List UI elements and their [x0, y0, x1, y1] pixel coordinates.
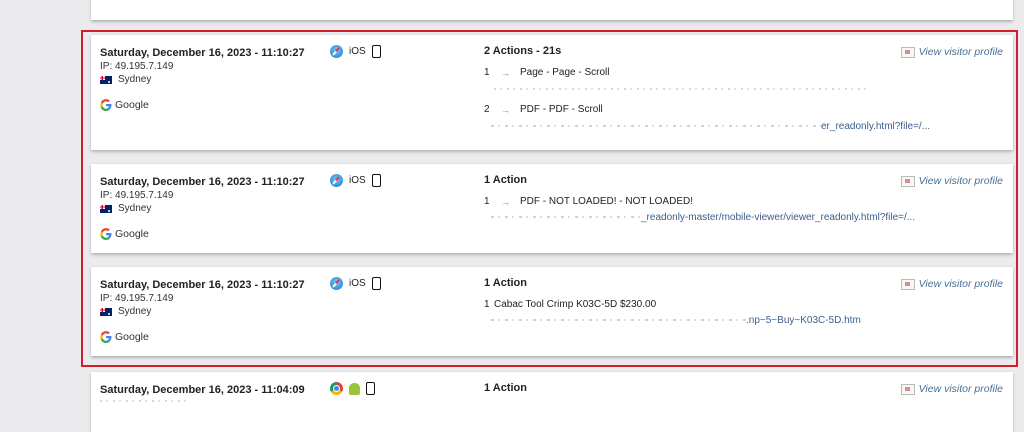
visit-referrer: Google — [100, 228, 149, 240]
safari-icon — [330, 174, 343, 187]
action-number: 1 — [484, 67, 490, 78]
visit-card: Saturday, December 16, 2023 - 11:10:27 I… — [91, 267, 1013, 356]
visit-card: Saturday, December 16, 2023 - 11:10:27 I… — [91, 35, 1013, 150]
visit-location: Sydney — [100, 306, 151, 317]
actions-summary: 1 Action — [484, 382, 527, 394]
visitor-log: Saturday, December 16, 2023 - 11:10:27 I… — [0, 0, 1024, 432]
os-label: iOS — [349, 46, 366, 57]
mobile-phone-icon — [371, 174, 381, 187]
view-visitor-profile-link[interactable]: View visitor profile — [900, 46, 1003, 58]
action-label: PDF - NOT LOADED! - NOT LOADED! — [520, 196, 693, 207]
visit-date: Saturday, December 16, 2023 - 11:10:27 — [100, 176, 305, 188]
visitor-profile-icon — [900, 278, 915, 290]
visitor-profile-icon — [900, 46, 915, 58]
visit-date: Saturday, December 16, 2023 - 11:10:27 — [100, 47, 305, 59]
action-number: 2 — [484, 104, 490, 115]
action-number: 1 — [484, 196, 490, 207]
safari-icon — [330, 277, 343, 290]
profile-link-label: View visitor profile — [918, 175, 1003, 187]
action-label: Cabac Tool Crimp K03C-5D $230.00 — [494, 299, 657, 310]
visit-date: Saturday, December 16, 2023 - 11:04:09 — [100, 384, 305, 396]
action-url[interactable]: .np~5~Buy~K03C-5D.htm — [491, 315, 861, 326]
visit-city: Sydney — [118, 203, 152, 214]
visit-location: Sydney — [100, 74, 151, 85]
visit-card: Saturday, December 16, 2023 - 11:04:09 1… — [91, 372, 1013, 432]
action-row[interactable]: 2 → PDF - PDF - Scroll — [484, 104, 603, 115]
visit-platform: iOS — [330, 277, 381, 290]
visit-ip: IP: 49.195.7.149 — [100, 190, 174, 201]
profile-link-label: View visitor profile — [918, 278, 1003, 290]
arrow-right-icon: → — [501, 196, 510, 207]
action-url[interactable]: _readonly-master/mobile-viewer/viewer_re… — [491, 212, 915, 223]
google-icon — [100, 331, 112, 343]
visit-city: Sydney — [118, 306, 152, 317]
visit-platform: iOS — [330, 45, 381, 58]
action-number: 1 — [484, 299, 490, 310]
visit-referrer: Google — [100, 99, 149, 111]
safari-icon — [330, 45, 343, 58]
visitor-profile-icon — [900, 175, 915, 187]
visit-platform: iOS — [330, 174, 381, 187]
view-visitor-profile-link[interactable]: View visitor profile — [900, 278, 1003, 290]
visit-referrer: Google — [100, 331, 149, 343]
profile-link-label: View visitor profile — [918, 46, 1003, 58]
mobile-phone-icon — [366, 382, 375, 395]
visit-card-partial — [91, 0, 1013, 20]
visit-date: Saturday, December 16, 2023 - 11:10:27 — [100, 279, 305, 291]
mobile-phone-icon — [371, 45, 381, 58]
google-icon — [100, 99, 112, 111]
action-row[interactable]: 1 Cabac Tool Crimp K03C-5D $230.00 — [484, 299, 656, 310]
visit-ip: IP: 49.195.7.149 — [100, 61, 174, 72]
actions-summary: 1 Action — [484, 174, 527, 186]
action-row[interactable]: 1 → Page - Page - Scroll — [484, 67, 610, 78]
australia-flag-icon — [100, 307, 112, 316]
referrer-name: Google — [115, 228, 149, 240]
visit-ip: IP: 49.195.7.149 — [100, 293, 174, 304]
referrer-name: Google — [115, 99, 149, 111]
action-row[interactable]: 1 → PDF - NOT LOADED! - NOT LOADED! — [484, 196, 693, 207]
profile-link-label: View visitor profile — [918, 383, 1003, 395]
visit-platform — [330, 382, 375, 395]
action-url[interactable]: er_readonly.html?file=/... — [491, 121, 930, 132]
arrow-right-icon: → — [501, 67, 510, 78]
os-label: iOS — [349, 278, 366, 289]
action-label: Page - Page - Scroll — [520, 67, 610, 78]
visitor-profile-icon — [900, 383, 915, 395]
visit-card: Saturday, December 16, 2023 - 11:10:27 I… — [91, 164, 1013, 253]
view-visitor-profile-link[interactable]: View visitor profile — [900, 175, 1003, 187]
google-icon — [100, 228, 112, 240]
actions-summary: 1 Action — [484, 277, 527, 289]
australia-flag-icon — [100, 204, 112, 213]
mobile-phone-icon — [371, 277, 381, 290]
visit-location: Sydney — [100, 203, 151, 214]
view-visitor-profile-link[interactable]: View visitor profile — [900, 383, 1003, 395]
referrer-name: Google — [115, 331, 149, 343]
arrow-right-icon: → — [501, 104, 510, 115]
os-label: iOS — [349, 175, 366, 186]
actions-summary: 2 Actions - 21s — [484, 45, 562, 57]
visit-city: Sydney — [118, 74, 152, 85]
action-label: PDF - PDF - Scroll — [520, 104, 603, 115]
android-icon — [349, 382, 360, 395]
australia-flag-icon — [100, 75, 112, 84]
chrome-icon — [330, 382, 343, 395]
